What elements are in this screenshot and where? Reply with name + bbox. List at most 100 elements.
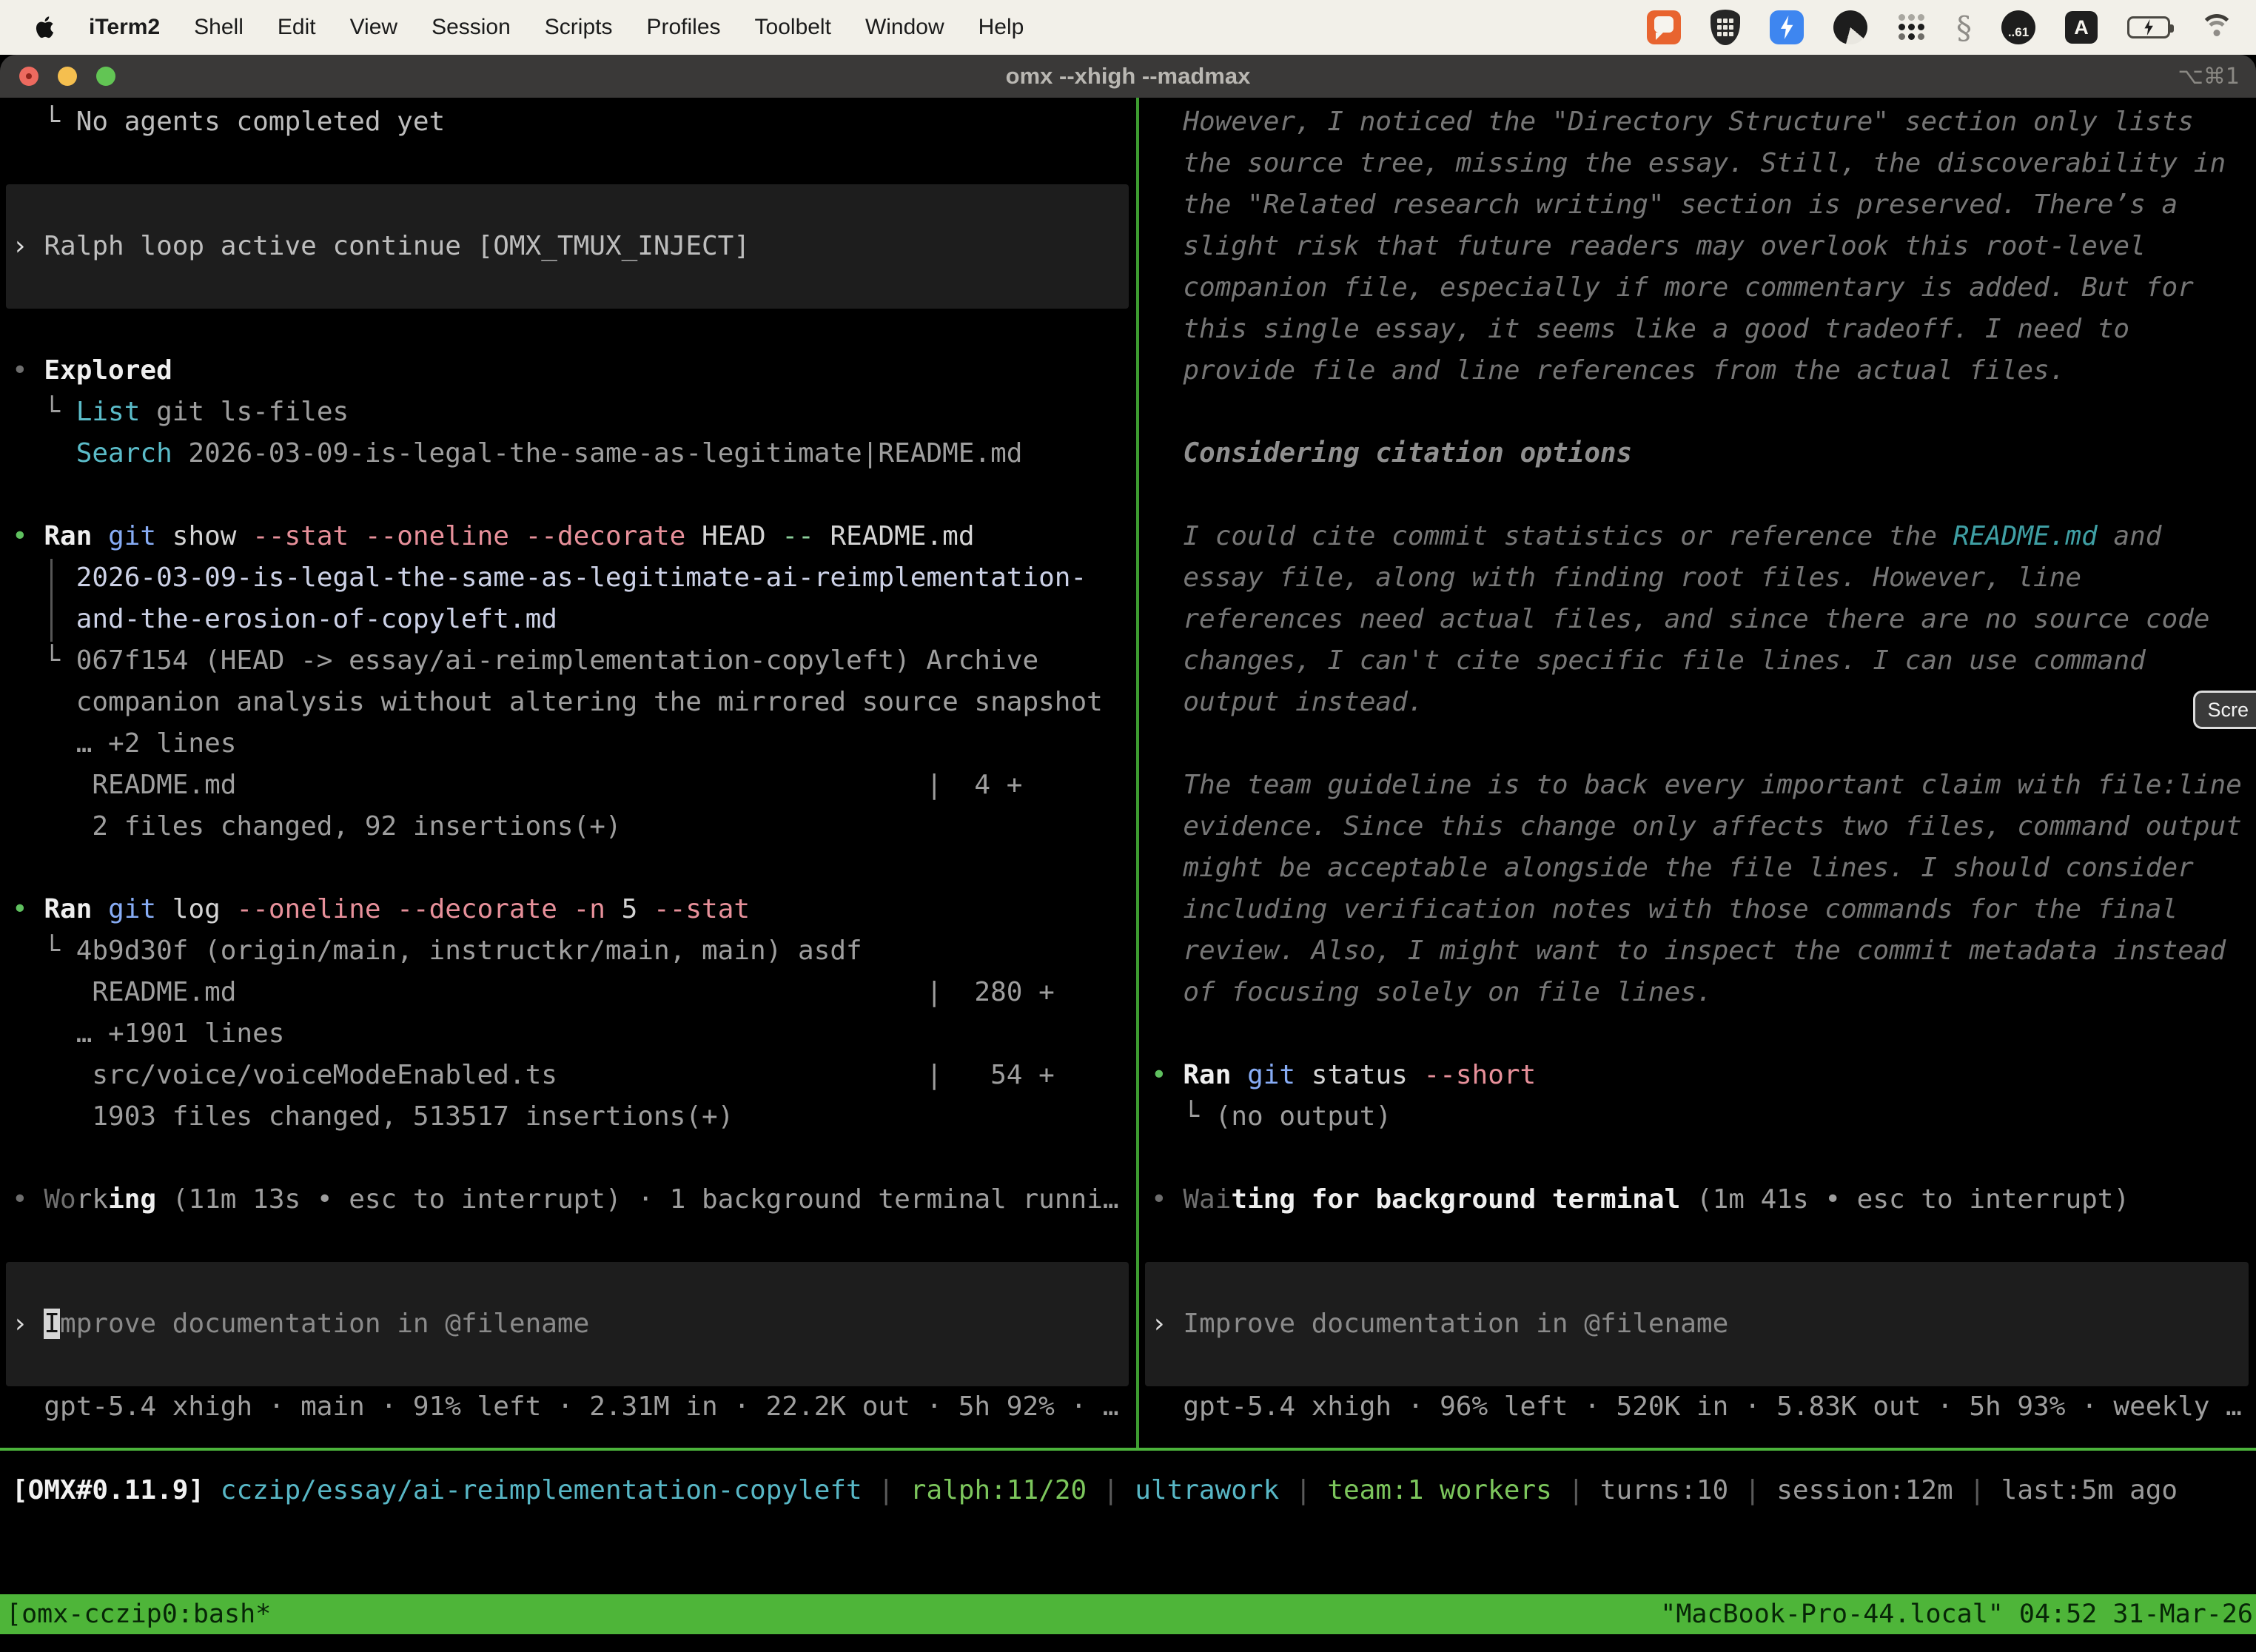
terminal-line: the source tree, missing the essay. Stil… <box>1139 143 2256 184</box>
text-segment: this single essay, it seems like a good … <box>1151 314 2129 344</box>
text-segment: session:12m <box>1776 1475 1953 1505</box>
text-segment: └ 067f154 (HEAD -> essay/ai-reimplementa… <box>12 645 1038 676</box>
menu-item-edit[interactable]: Edit <box>278 15 316 40</box>
text-segment: the "Related research writing" section i… <box>1151 189 2178 220</box>
text-segment: and <box>2098 521 2162 551</box>
tmux-host-clock: "MacBook-Pro-44.local" 04:52 31-Mar-26 <box>1660 1599 2256 1629</box>
wifi-icon[interactable] <box>2200 14 2234 41</box>
terminal-line: companion analysis without altering the … <box>0 682 1136 723</box>
terminal-line: including verification notes with those … <box>1139 889 2256 930</box>
text-segment: | <box>862 1475 910 1505</box>
squiggle-icon[interactable]: § <box>1956 10 1972 46</box>
text-segment: the source tree, missing the essay. Stil… <box>1151 148 2226 178</box>
terminal-line: output instead. <box>1139 682 2256 723</box>
menu-item-toolbelt[interactable]: Toolbelt <box>755 15 831 40</box>
text-segment: --short <box>1424 1060 1537 1090</box>
text-segment: --stat --oneline --decorate <box>252 521 685 551</box>
terminal-line: └ No agents completed yet <box>0 101 1136 143</box>
percent-badge-icon[interactable]: ..61 <box>2001 10 2035 44</box>
text-segment: ting for background terminal <box>1231 1184 1680 1215</box>
text-segment: ing <box>108 1184 156 1215</box>
terminal-line: README.md | 4 + <box>0 765 1136 806</box>
text-segment: Ran <box>44 521 92 551</box>
ralph-loop-banner[interactable]: › Ralph loop active continue [OMX_TMUX_I… <box>6 184 1129 309</box>
text-segment: └ No agents completed yet <box>12 107 445 137</box>
right-terminal-pane[interactable]: However, I noticed the "Directory Struct… <box>1139 98 2256 1448</box>
text-segment: cczip/essay/ai-reimplementation-copyleft <box>221 1475 862 1505</box>
menu-item-window[interactable]: Window <box>865 15 944 40</box>
terminal-line: └ List git ls-files <box>0 392 1136 433</box>
text-segment: git <box>1247 1060 1295 1090</box>
text-segment: Ran <box>1183 1060 1231 1090</box>
text-segment: • <box>12 894 44 924</box>
screen-sharing-pill[interactable]: Scre <box>2193 691 2256 729</box>
terminal-blank-line <box>1139 723 2256 765</box>
text-segment: src/voice/voiceModeEnabled.ts | 54 + <box>12 1060 1055 1090</box>
terminal-line: The team guideline is to back every impo… <box>1139 765 2256 806</box>
text-segment: └ 4b9d30f (origin/main, instructkr/main,… <box>12 936 862 966</box>
terminal-blank-line <box>1139 1220 2256 1262</box>
terminal-blank-line <box>1139 392 2256 433</box>
text-segment: › <box>12 231 44 261</box>
text-segment: ralph:11/20 <box>910 1475 1087 1505</box>
terminal-line: the "Related research writing" section i… <box>1139 184 2256 226</box>
text-segment: I could cite commit statistics or refere… <box>1151 521 1953 551</box>
terminal-line: › Ralph loop active continue [OMX_TMUX_I… <box>6 226 750 267</box>
text-segment: • <box>12 355 44 386</box>
lightning-badge-icon[interactable] <box>1770 10 1804 44</box>
menu-item-shell[interactable]: Shell <box>194 15 244 40</box>
terminal-line: references need actual files, and since … <box>1139 599 2256 640</box>
text-segment: However, I noticed the "Directory Struct… <box>1151 107 2194 137</box>
text-segment: might be acceptable alongside the file l… <box>1151 853 2194 883</box>
terminal-line: I could cite commit statistics or refere… <box>1139 516 2256 557</box>
terminal-line: provide file and line references from th… <box>1139 350 2256 392</box>
iterm2-window: omx --xhigh --madmax ⌥⌘1 └ No agents com… <box>0 55 2256 1652</box>
text-segment: README.md <box>814 521 975 551</box>
text-segment: companion file, especially if more comme… <box>1151 272 2194 303</box>
terminal-line: 2 files changed, 92 insertions(+) <box>0 806 1136 847</box>
text-segment: • <box>12 521 44 551</box>
terminal-line: … +1901 lines <box>0 1013 1136 1055</box>
menu-item-view[interactable]: View <box>350 15 397 40</box>
left-terminal-pane[interactable]: └ No agents completed yet › Ralph loop ac… <box>0 98 1136 1448</box>
terminal-line: src/voice/voiceModeEnabled.ts | 54 + <box>0 1055 1136 1096</box>
text-segment: • <box>1151 1060 1183 1090</box>
window-title: omx --xhigh --madmax <box>0 63 2256 90</box>
text-segment: log <box>156 894 236 924</box>
text-segment: --oneline --decorate -n <box>236 894 605 924</box>
menu-item-scripts[interactable]: Scripts <box>545 15 613 40</box>
text-segment: | <box>1552 1475 1600 1505</box>
text-segment: evidence. Since this change only affects… <box>1151 811 2242 842</box>
apple-menu-icon[interactable] <box>33 14 55 41</box>
text-segment: (1m 41s • esc to interrupt) <box>1680 1184 2129 1215</box>
dots-grid-icon[interactable] <box>1897 13 1927 42</box>
terminal-line: this single essay, it seems like a good … <box>1139 309 2256 350</box>
terminal-blank-line <box>1139 474 2256 516</box>
keyboard-layout-icon[interactable]: A <box>2065 11 2098 44</box>
text-segment: … +2 lines <box>12 728 236 759</box>
terminal-line: slight risk that future readers may over… <box>1139 226 2256 267</box>
text-segment: HEAD <box>685 521 782 551</box>
menu-item-profiles[interactable]: Profiles <box>646 15 720 40</box>
terminal-blank-line <box>0 309 1136 350</box>
prompt-input[interactable]: › Improve documentation in @filename <box>6 1262 1129 1386</box>
terminal-line: companion file, especially if more comme… <box>1139 267 2256 309</box>
battery-charging-icon[interactable] <box>2127 16 2170 38</box>
menu-item-help[interactable]: Help <box>978 15 1024 40</box>
text-segment <box>92 894 108 924</box>
terminal-line: Considering citation options <box>1139 433 2256 474</box>
pie-meter-icon[interactable] <box>1833 10 1867 44</box>
menu-item-iterm2[interactable]: iTerm2 <box>89 15 160 40</box>
menu-bar: iTerm2 Shell Edit View Session Scripts P… <box>0 0 2256 55</box>
shield-grid-icon[interactable] <box>1711 10 1740 45</box>
terminal-line: gpt-5.4 xhigh · 96% left · 520K in · 5.8… <box>1139 1386 2256 1428</box>
text-segment: show <box>156 521 252 551</box>
tree-guide-line <box>50 559 53 642</box>
screen-record-icon[interactable] <box>1647 10 1681 44</box>
menu-item-session[interactable]: Session <box>432 15 511 40</box>
prompt-input[interactable]: › Improve documentation in @filename <box>1145 1262 2249 1386</box>
text-segment: Ralph loop active continue [OMX_TMUX_INJ… <box>44 231 750 261</box>
tmux-session-label[interactable]: [omx-cczip0:bash* <box>0 1599 271 1629</box>
window-title-bar[interactable]: omx --xhigh --madmax ⌥⌘1 <box>0 55 2256 98</box>
terminal-line: essay file, along with finding root file… <box>1139 557 2256 599</box>
